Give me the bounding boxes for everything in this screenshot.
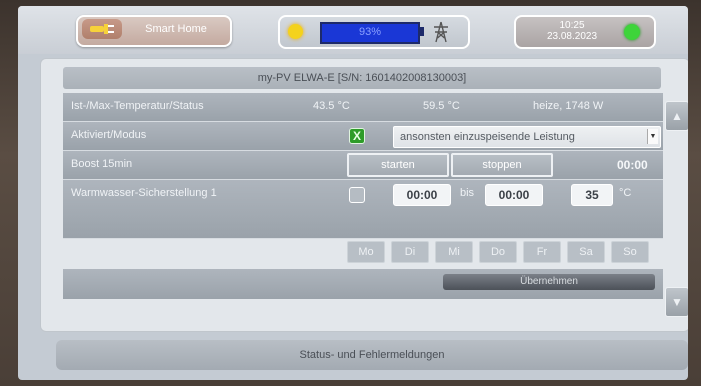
mode-select-value: ansonsten einzuspeisende Leistung (400, 131, 575, 143)
device-panel: my-PV ELWA-E [S/N: 1601402008130003] Ist… (40, 58, 688, 332)
clock-widget: 10:25 23.08.2023 (514, 15, 656, 49)
status-messages-button[interactable]: Status- und Fehlermeldungen (56, 340, 688, 370)
max-temperature: 59.5 °C (423, 100, 460, 112)
heater-status: heize, 1748 W (533, 100, 604, 112)
power-pylon-icon (434, 21, 448, 43)
day-so[interactable]: So (611, 241, 649, 263)
apply-button[interactable]: Übernehmen (443, 274, 655, 290)
current-temperature: 43.5 °C (313, 100, 350, 112)
online-status-icon[interactable] (624, 24, 640, 40)
activated-checkbox[interactable]: X (349, 128, 365, 144)
temperature-row: Ist-/Max-Temperatur/Status 43.5 °C 59.5 … (63, 93, 663, 122)
boost-row: Boost 15min starten stoppen 00:00 (63, 151, 663, 180)
touch-screen: Smart Home 93% 10:25 23.08.2023 my-PV EL… (18, 6, 688, 380)
day-sa[interactable]: Sa (567, 241, 605, 263)
warmwater-from-time[interactable]: 00:00 (393, 184, 451, 206)
smart-home-button[interactable]: Smart Home (76, 15, 232, 47)
chevron-down-icon: ▼ (647, 129, 658, 144)
day-fr[interactable]: Fr (523, 241, 561, 263)
temperature-label: Ist-/Max-Temperatur/Status (71, 100, 204, 112)
energy-status: 93% (278, 15, 470, 49)
battery-tip (420, 27, 424, 36)
day-di[interactable]: Di (391, 241, 429, 263)
mode-label: Aktiviert/Modus (71, 129, 147, 141)
warmwater-temp-input[interactable]: 35 (571, 184, 613, 206)
day-mi[interactable]: Mi (435, 241, 473, 263)
clock-time: 10:25 (559, 20, 585, 31)
sun-icon (288, 24, 303, 39)
warmwater-checkbox[interactable] (349, 187, 365, 203)
scroll-down-button[interactable]: ▼ (665, 287, 688, 317)
battery-indicator: 93% (320, 22, 420, 44)
mode-row: Aktiviert/Modus X ansonsten einzuspeisen… (63, 122, 663, 151)
boost-stop-button[interactable]: stoppen (451, 153, 553, 177)
top-status-bar: Smart Home 93% 10:25 23.08.2023 (18, 6, 688, 54)
plug-icon (82, 19, 122, 39)
battery-percent: 93% (358, 26, 382, 38)
clock-date: 23.08.2023 (546, 31, 598, 42)
warmwater-row: Warmwasser-Sicherstellung 1 00:00 bis 00… (63, 180, 663, 239)
boost-remaining-time: 00:00 (617, 158, 648, 172)
day-do[interactable]: Do (479, 241, 517, 263)
scroll-up-button[interactable]: ▲ (665, 101, 688, 131)
bis-label: bis (460, 187, 475, 199)
apply-row: Übernehmen (63, 269, 663, 299)
boost-start-button[interactable]: starten (347, 153, 449, 177)
boost-label: Boost 15min (71, 158, 133, 170)
warmwater-label: Warmwasser-Sicherstellung 1 (71, 187, 217, 199)
device-title: my-PV ELWA-E [S/N: 1601402008130003] (63, 67, 661, 89)
weekday-selector: Mo Di Mi Do Fr Sa So (63, 237, 663, 265)
mode-select[interactable]: ansonsten einzuspeisende Leistung ▼ (393, 126, 661, 148)
warmwater-temp-unit: °C (619, 187, 632, 199)
day-mo[interactable]: Mo (347, 241, 385, 263)
smart-home-label: Smart Home (145, 23, 207, 35)
warmwater-to-time[interactable]: 00:00 (485, 184, 543, 206)
